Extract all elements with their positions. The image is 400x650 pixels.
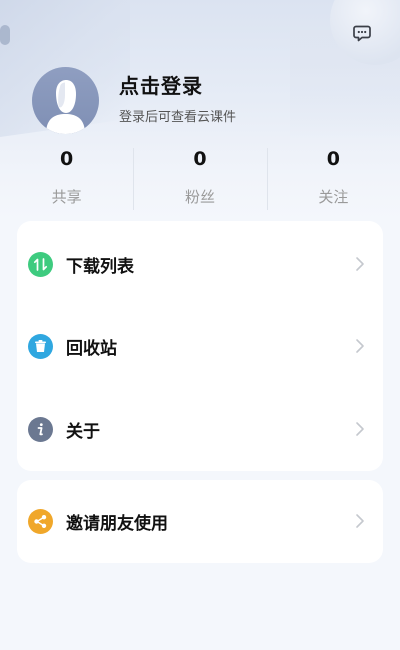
login-title[interactable]: 点击登录 — [119, 70, 203, 99]
menu-item-about[interactable]: 关于 — [17, 399, 383, 459]
chevron-right-icon — [356, 257, 364, 271]
recycle-bin-icon — [28, 333, 53, 359]
menu-item-download-list[interactable]: 下载列表 — [17, 234, 383, 294]
stat-share[interactable]: 0 共享 — [0, 145, 133, 215]
message-button[interactable] — [351, 22, 373, 44]
menu-item-label: 关于 — [66, 421, 100, 442]
invite-card: 邀请朋友使用 — [17, 480, 383, 563]
chevron-right-icon — [356, 339, 364, 353]
menu-item-label: 回收站 — [66, 338, 117, 359]
stat-value: 0 — [60, 148, 74, 170]
menu-item-recycle-bin[interactable]: 回收站 — [17, 316, 383, 376]
chevron-right-icon — [356, 514, 364, 528]
message-icon — [353, 25, 371, 42]
stats-row: 0 共享 0 粉丝 0 关注 — [0, 145, 400, 215]
download-list-icon — [28, 251, 53, 277]
stat-label: 关注 — [318, 188, 349, 206]
stat-label: 粉丝 — [184, 188, 215, 206]
profile-page: 点击登录 登录后可查看云课件 0 共享 0 粉丝 0 关注 下载列表 回收站 关… — [0, 0, 400, 650]
login-subtitle: 登录后可查看云课件 — [119, 110, 237, 125]
decor-dot — [0, 25, 10, 45]
chevron-right-icon — [356, 422, 364, 436]
share-icon — [28, 508, 53, 534]
menu-item-label: 下载列表 — [66, 256, 134, 277]
stat-value: 0 — [326, 148, 340, 170]
stat-following[interactable]: 0 关注 — [266, 145, 400, 215]
menu-item-label: 邀请朋友使用 — [66, 513, 168, 534]
stat-label: 共享 — [51, 188, 82, 206]
avatar[interactable] — [32, 67, 99, 134]
menu-item-invite-friends[interactable]: 邀请朋友使用 — [17, 491, 383, 551]
menu-card: 下载列表 回收站 关于 — [17, 221, 383, 471]
stat-fans[interactable]: 0 粉丝 — [133, 145, 266, 215]
stat-value: 0 — [193, 148, 207, 170]
avatar-icon — [46, 80, 85, 134]
info-icon — [28, 416, 53, 442]
